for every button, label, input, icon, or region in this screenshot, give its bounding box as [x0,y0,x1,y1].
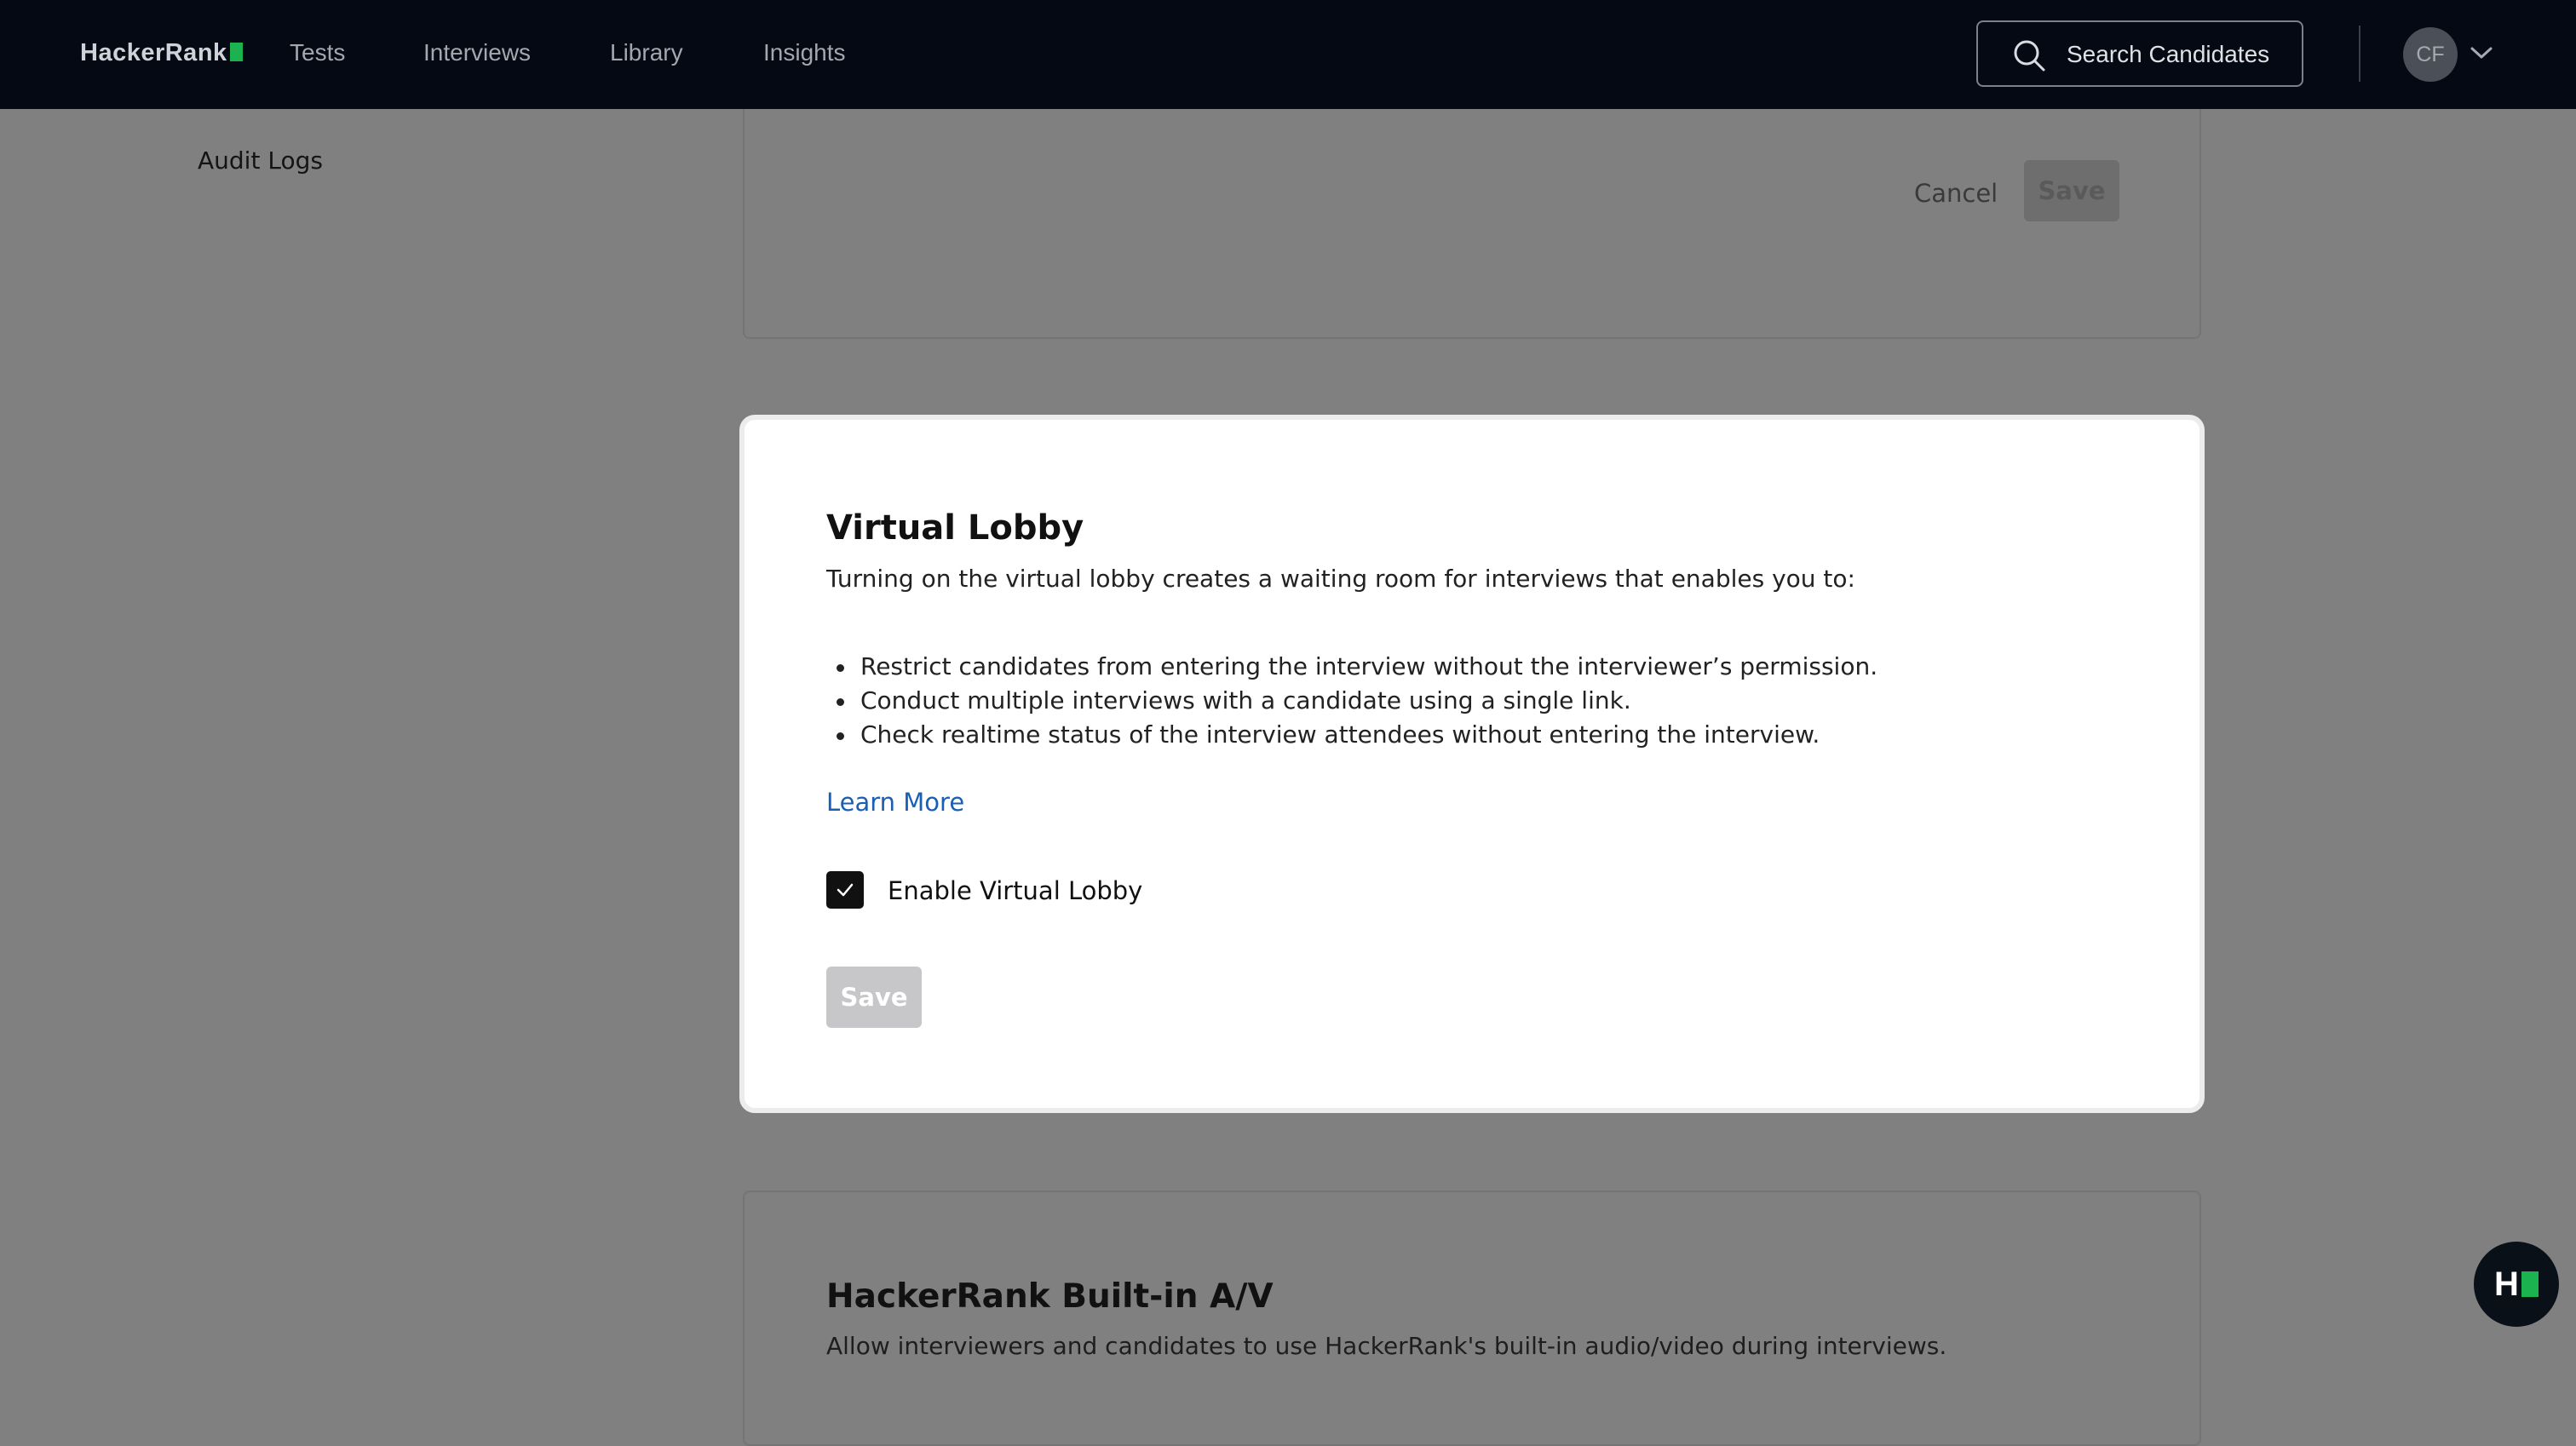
user-avatar[interactable]: CF [2403,27,2458,82]
cancel-button[interactable]: Cancel [1914,179,1998,208]
learn-more-link[interactable]: Learn More [826,788,964,817]
modal-description: Turning on the virtual lobby creates a w… [826,565,1855,593]
nav-library[interactable]: Library [610,39,683,66]
nav-tests[interactable]: Tests [290,39,345,66]
builtin-av-title: HackerRank Built-in A/V [826,1277,1274,1316]
list-item: Restrict candidates from entering the in… [826,650,1877,684]
builtin-av-card: HackerRank Built-in A/V Allow interviewe… [743,1191,2201,1446]
nav-insights[interactable]: Insights [763,39,846,66]
chevron-down-icon[interactable] [2470,44,2493,61]
nav-divider [2359,26,2360,82]
modal-title: Virtual Lobby [826,508,1084,548]
logo-text: HackerRank [80,39,227,66]
brand-square-icon [2521,1271,2539,1297]
checkbox-label[interactable]: Enable Virtual Lobby [888,876,1142,905]
list-item: Check realtime status of the interview a… [826,718,1877,752]
search-label: Search Candidates [2067,41,2270,67]
virtual-lobby-modal: Virtual Lobby Turning on the virtual lob… [739,415,2205,1113]
list-item: Conduct multiple interviews with a candi… [826,684,1877,718]
search-candidates-button[interactable]: Search Candidates [1976,20,2303,87]
nav-interviews[interactable]: Interviews [423,39,531,66]
search-icon [2014,40,2045,72]
top-navigation-bar: HackerRank Tests Interviews Library Insi… [0,0,2576,109]
help-chat-button[interactable]: H [2474,1242,2559,1327]
save-button[interactable]: Save [826,967,922,1028]
builtin-av-description: Allow interviewers and candidates to use… [826,1332,1947,1360]
checkmark-icon [837,883,854,897]
help-label: H [2494,1265,2519,1303]
feature-list: Restrict candidates from entering the in… [826,650,1877,752]
sidebar-item-audit-logs[interactable]: Audit Logs [198,146,323,175]
save-button-top[interactable]: Save [2024,160,2119,221]
hackerrank-logo[interactable]: HackerRank [80,39,243,67]
logo-square-icon [229,43,243,61]
enable-virtual-lobby-checkbox[interactable] [826,871,864,909]
